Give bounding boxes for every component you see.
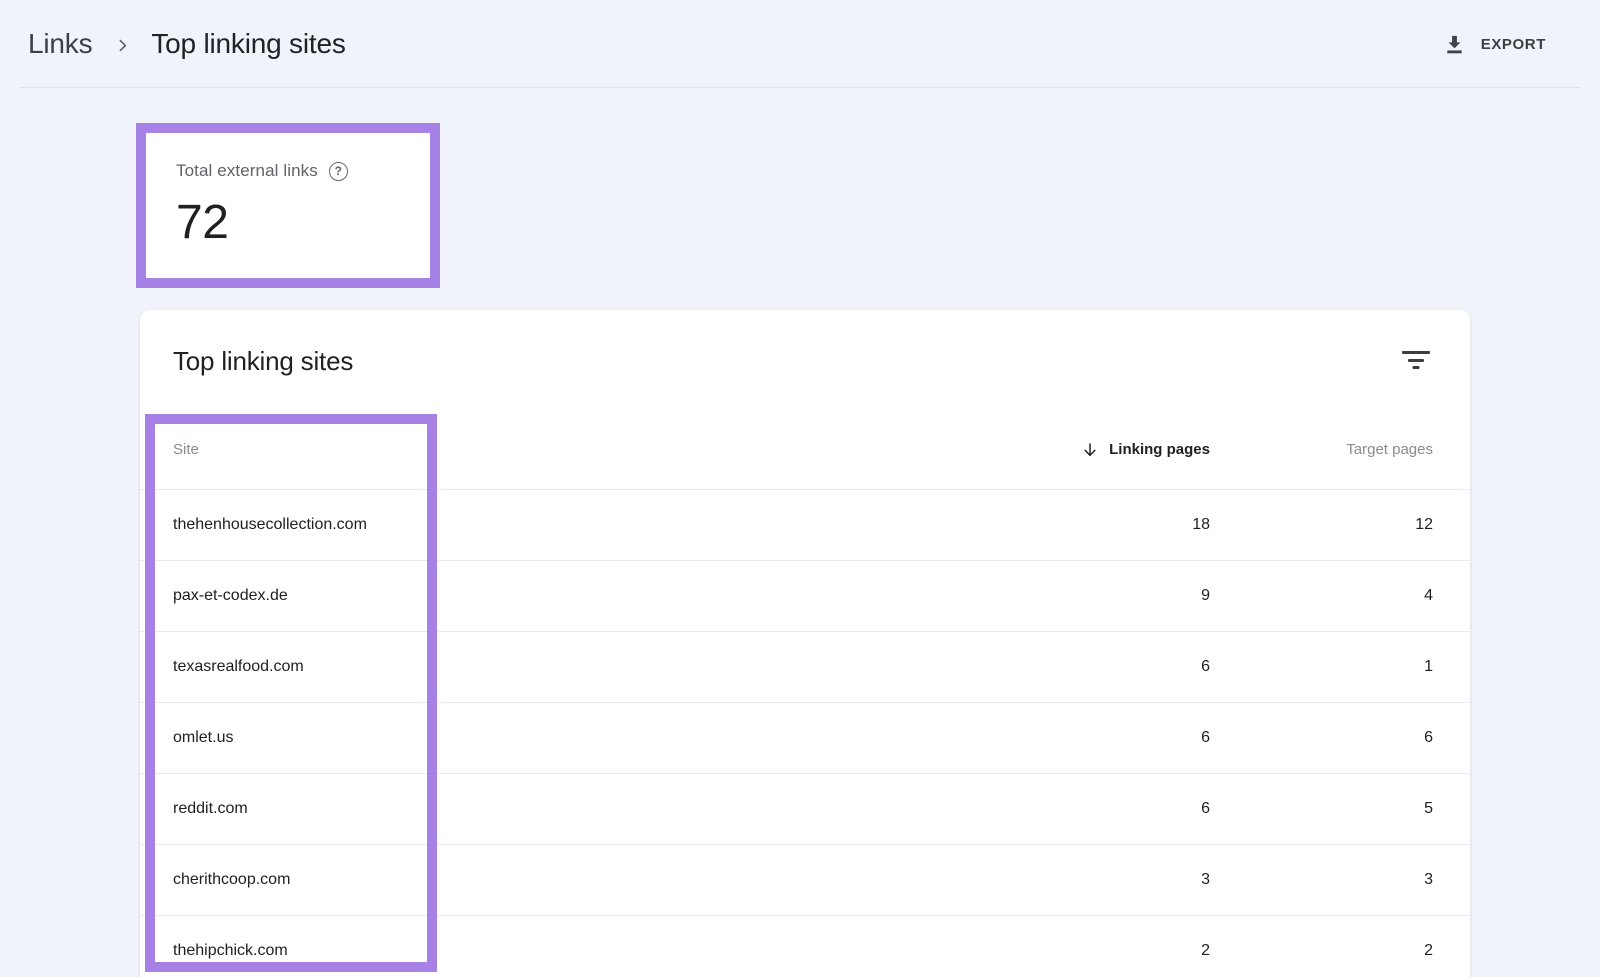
- total-external-links-card: Total external links ? 72: [136, 123, 440, 288]
- sort-arrow-down-icon: [1081, 441, 1099, 459]
- download-icon: [1443, 33, 1466, 56]
- export-label: EXPORT: [1481, 36, 1546, 53]
- linking-pages-cell: 3: [970, 871, 1210, 889]
- filter-icon[interactable]: [1398, 346, 1434, 374]
- site-cell[interactable]: omlet.us: [140, 729, 970, 747]
- breadcrumb-item-links[interactable]: Links: [28, 28, 92, 60]
- breadcrumb: Links Top linking sites: [28, 28, 346, 60]
- page-title: Top linking sites: [151, 28, 345, 60]
- site-cell[interactable]: thehenhousecollection.com: [140, 516, 970, 534]
- target-pages-cell: 4: [1210, 587, 1433, 605]
- linking-pages-cell: 6: [970, 800, 1210, 818]
- total-external-links-value: 72: [176, 195, 430, 250]
- site-cell[interactable]: reddit.com: [140, 800, 970, 818]
- target-pages-cell: 3: [1210, 871, 1433, 889]
- target-pages-cell: 5: [1210, 800, 1433, 818]
- target-pages-cell: 1: [1210, 658, 1433, 676]
- page: Links Top linking sites EXPORT Total ext…: [0, 0, 1600, 977]
- chevron-right-icon: [114, 37, 131, 54]
- help-circle-icon[interactable]: ?: [329, 162, 348, 181]
- summary-label: Total external links: [176, 161, 318, 181]
- linking-pages-cell: 9: [970, 587, 1210, 605]
- table-row[interactable]: texasrealfood.com61: [140, 631, 1470, 702]
- table-row[interactable]: reddit.com65: [140, 773, 1470, 844]
- target-pages-cell: 12: [1210, 516, 1433, 534]
- card-header: Top linking sites: [140, 310, 1470, 410]
- target-pages-cell: 2: [1210, 942, 1433, 960]
- table-row[interactable]: cherithcoop.com33: [140, 844, 1470, 915]
- top-linking-sites-card: Top linking sites Site Linking pages Tar…: [140, 310, 1470, 977]
- table-row[interactable]: thehenhousecollection.com1812: [140, 489, 1470, 560]
- target-pages-cell: 6: [1210, 729, 1433, 747]
- column-header-linking-pages-label: Linking pages: [1109, 441, 1210, 458]
- site-cell[interactable]: texasrealfood.com: [140, 658, 970, 676]
- table-row[interactable]: thehipchick.com22: [140, 915, 1470, 977]
- card-title: Top linking sites: [173, 346, 1470, 377]
- linking-pages-cell: 18: [970, 516, 1210, 534]
- table-row[interactable]: pax-et-codex.de94: [140, 560, 1470, 631]
- column-header-target-pages[interactable]: Target pages: [1210, 441, 1433, 458]
- site-cell[interactable]: pax-et-codex.de: [140, 587, 970, 605]
- linking-pages-cell: 6: [970, 658, 1210, 676]
- linking-pages-cell: 6: [970, 729, 1210, 747]
- header-divider: [20, 87, 1580, 88]
- site-cell[interactable]: thehipchick.com: [140, 942, 970, 960]
- linking-pages-cell: 2: [970, 942, 1210, 960]
- table-row[interactable]: omlet.us66: [140, 702, 1470, 773]
- column-header-site[interactable]: Site: [140, 441, 970, 458]
- top-bar: Links Top linking sites EXPORT: [0, 0, 1600, 88]
- site-cell[interactable]: cherithcoop.com: [140, 871, 970, 889]
- table-header-row: Site Linking pages Target pages: [140, 410, 1470, 489]
- column-header-linking-pages[interactable]: Linking pages: [970, 441, 1210, 459]
- table-body: thehenhousecollection.com1812pax-et-code…: [140, 489, 1470, 977]
- summary-label-row: Total external links ?: [176, 161, 430, 181]
- export-button[interactable]: EXPORT: [1443, 33, 1546, 56]
